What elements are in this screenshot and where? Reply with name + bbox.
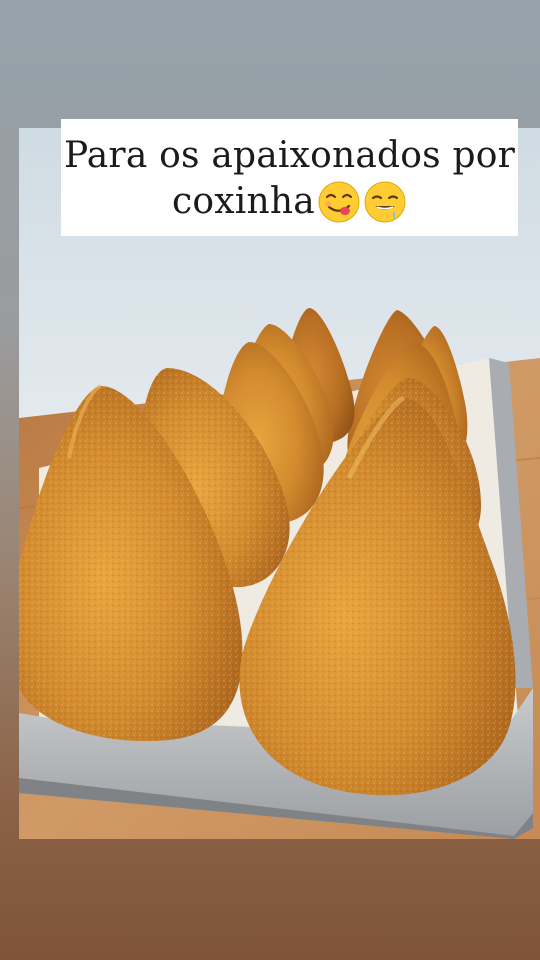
drooling-face-emoji-icon: [363, 180, 407, 224]
caption-line-2: coxinha: [172, 179, 407, 225]
caption-word: coxinha: [172, 180, 315, 222]
story-caption: Para os apaixonados por coxinha: [61, 119, 518, 236]
savoring-food-emoji-icon: [317, 180, 361, 224]
caption-line-1: Para os apaixonados por: [63, 134, 516, 176]
